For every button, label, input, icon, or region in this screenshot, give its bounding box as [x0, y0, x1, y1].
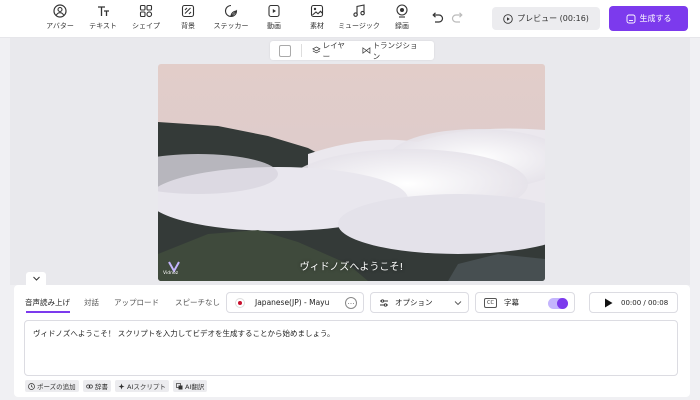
- layer-button[interactable]: レイヤー: [311, 40, 352, 62]
- option-label: オプション: [395, 298, 433, 307]
- media-icon: [310, 4, 324, 18]
- ai-script-icon: [118, 383, 125, 389]
- layers-icon: [311, 46, 321, 54]
- ai-script-button[interactable]: AIスクリプト: [115, 380, 169, 392]
- generate-icon: [626, 14, 635, 23]
- chip-label: 辞書: [95, 383, 108, 391]
- play-circle-icon: [503, 13, 513, 24]
- tool-media[interactable]: 素材: [297, 4, 337, 34]
- video-subtitle: ヴィドノズへようこそ!: [299, 262, 404, 273]
- chip-label: ポーズの追加: [37, 383, 76, 391]
- caption-toggle[interactable]: [548, 298, 568, 309]
- chevron-down-icon: [454, 301, 462, 306]
- background-icon: [181, 4, 195, 18]
- tab-tts[interactable]: 音声読み上げ: [25, 297, 70, 308]
- select-checkbox[interactable]: [279, 44, 291, 57]
- script-input[interactable]: ヴィドノズへようこそ！ スクリプトを入力してビデオを生成することから始めましょう…: [24, 320, 678, 376]
- generate-label: 生成する: [639, 14, 672, 23]
- sliders-icon: [380, 298, 388, 307]
- tab-dialog[interactable]: 対話: [84, 297, 99, 308]
- tool-avatar[interactable]: アバター: [40, 4, 80, 34]
- caption-control: CC 字幕: [475, 292, 575, 313]
- layer-bar: レイヤー トランジション: [270, 40, 434, 62]
- tool-text[interactable]: テキスト: [83, 4, 123, 34]
- tool-label: アバター: [46, 22, 74, 30]
- ai-translate-button[interactable]: AI翻訳: [173, 380, 208, 392]
- top-toolbar: アバター テキスト シェイプ 背景 ステッカー 動画 素材 ミュージック 録画 …: [0, 0, 700, 38]
- voice-selector[interactable]: Japanese(JP) - Mayu …: [226, 292, 364, 313]
- music-icon: [353, 4, 365, 17]
- dictionary-icon: [86, 384, 93, 388]
- redo-icon[interactable]: [451, 11, 465, 25]
- video-icon: [268, 4, 280, 18]
- transition-label: トランジション: [372, 40, 418, 61]
- layer-label: レイヤー: [322, 40, 345, 61]
- clock-icon: [28, 382, 35, 390]
- divider: [300, 44, 302, 57]
- script-text: ヴィドノズへようこそ！ スクリプトを入力してビデオを生成することから始めましょう…: [33, 329, 335, 338]
- translate-icon: [176, 382, 183, 389]
- generate-button[interactable]: 生成する: [609, 6, 688, 31]
- japan-flag-icon: [235, 297, 245, 308]
- chip-label: AIスクリプト: [127, 383, 166, 391]
- preview-label: プレビュー (00:16): [517, 14, 589, 23]
- tool-label: 録画: [395, 22, 409, 30]
- active-tab-indicator: [26, 311, 70, 313]
- transition-icon: [362, 47, 371, 54]
- tool-label: ミュージック: [338, 22, 380, 30]
- tool-label: 素材: [310, 22, 324, 30]
- tool-shape[interactable]: シェイプ: [126, 4, 166, 34]
- shape-icon: [139, 4, 153, 18]
- avatar-icon: [53, 4, 67, 18]
- tab-no-speech[interactable]: スピーチなし: [175, 297, 220, 308]
- record-icon: [396, 4, 408, 18]
- collapse-panel-button[interactable]: [26, 272, 46, 285]
- preview-button[interactable]: プレビュー (00:16): [492, 7, 600, 30]
- option-dropdown[interactable]: オプション: [370, 292, 469, 313]
- video-scene: [158, 64, 545, 281]
- tool-label: シェイプ: [132, 22, 160, 30]
- dictionary-button[interactable]: 辞書: [83, 380, 111, 392]
- sticker-icon: [224, 4, 238, 18]
- cc-icon: CC: [484, 297, 497, 308]
- tool-label: ステッカー: [213, 22, 249, 30]
- undo-icon[interactable]: [430, 11, 444, 25]
- more-options-icon[interactable]: …: [345, 297, 357, 309]
- add-pause-button[interactable]: ポーズの追加: [25, 380, 79, 392]
- tool-sticker[interactable]: ステッカー: [211, 4, 251, 34]
- playback-time: 00:00 / 00:08: [621, 298, 669, 307]
- text-icon: [98, 6, 109, 16]
- tool-label: テキスト: [89, 22, 117, 30]
- tool-video[interactable]: 動画: [254, 4, 294, 34]
- chip-label: AI翻訳: [185, 383, 205, 391]
- tool-label: 動画: [267, 22, 281, 30]
- caption-label: 字幕: [504, 298, 519, 307]
- voice-name: Japanese(JP) - Mayu: [255, 298, 330, 307]
- tool-record[interactable]: 録画: [382, 4, 422, 34]
- tool-music[interactable]: ミュージック: [338, 4, 380, 34]
- audio-player[interactable]: 00:00 / 00:08: [589, 292, 678, 313]
- tool-background[interactable]: 背景: [168, 4, 208, 34]
- video-preview[interactable]: Vidnoz ヴィドノズへようこそ!: [158, 64, 545, 281]
- transition-button[interactable]: トランジション: [362, 40, 424, 62]
- play-icon[interactable]: [604, 298, 613, 308]
- tab-upload[interactable]: アップロード: [114, 297, 159, 308]
- chevron-down-icon: [32, 276, 40, 281]
- tool-label: 背景: [181, 22, 195, 30]
